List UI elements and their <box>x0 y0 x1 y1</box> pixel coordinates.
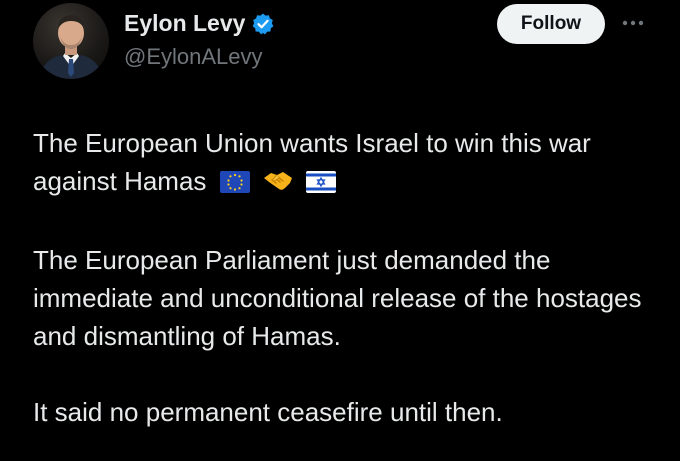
eu-flag-icon <box>219 165 250 203</box>
author-handle[interactable]: @EylonALevy <box>124 44 263 70</box>
handshake-icon <box>263 165 293 203</box>
tweet-card: Eylon Levy @EylonALevy Follow The Europe… <box>0 0 680 461</box>
more-horizontal-icon[interactable] <box>620 14 646 32</box>
verified-badge-icon <box>251 12 275 36</box>
author-display-name[interactable]: Eylon Levy <box>124 10 245 37</box>
follow-button[interactable]: Follow <box>497 4 605 44</box>
tweet-paragraph-2: The European Parliament just demanded th… <box>33 245 642 351</box>
tweet-text: The European Union wants Israel to win t… <box>33 124 653 431</box>
author-avatar[interactable] <box>33 3 109 79</box>
tweet-paragraph-1: The European Union wants Israel to win t… <box>33 124 653 203</box>
israel-flag-icon <box>306 165 337 203</box>
tweet-paragraph-3: It said no permanent ceasefire until the… <box>33 397 503 427</box>
author-name-row[interactable]: Eylon Levy <box>124 10 275 37</box>
